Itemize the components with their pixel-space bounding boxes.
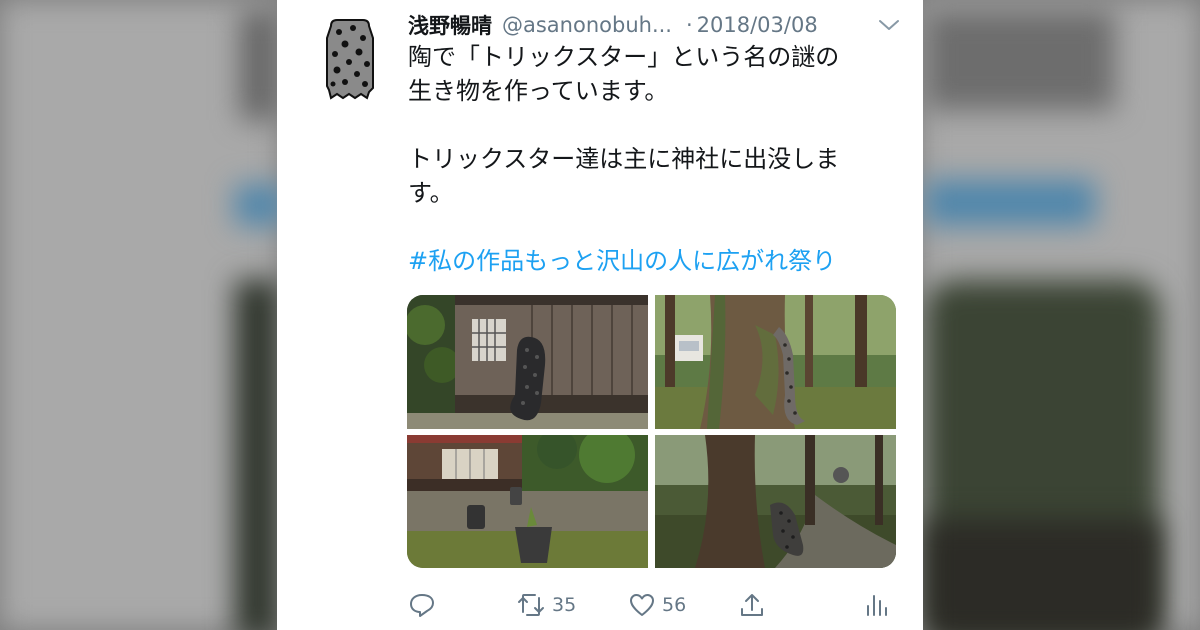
photo-forest-path[interactable] bbox=[655, 435, 896, 568]
tweet-action-bar: 35 56 bbox=[408, 588, 908, 622]
blurred-photo-left bbox=[235, 280, 280, 630]
tweet-header: 浅野暢晴 @asanonobuh... · 2018/03/08 bbox=[408, 8, 908, 42]
avatar[interactable] bbox=[323, 18, 377, 100]
analytics-button[interactable] bbox=[864, 588, 888, 622]
blurred-photo-right-lower bbox=[925, 520, 1160, 630]
tweet-text-line: 生き物を作っています。 bbox=[408, 77, 669, 105]
tweet-text-line: す。 bbox=[408, 179, 454, 207]
tweet-card[interactable]: 浅野暢晴 @asanonobuh... · 2018/03/08 陶で「トリック… bbox=[277, 0, 923, 630]
like-button[interactable]: 56 bbox=[628, 588, 686, 622]
share-button[interactable] bbox=[738, 588, 766, 622]
chevron-down-icon[interactable] bbox=[876, 8, 902, 42]
like-count: 56 bbox=[662, 594, 687, 616]
screenshot-stage: 浅野暢晴 @asanonobuh... · 2018/03/08 陶で「トリック… bbox=[0, 0, 1200, 630]
blurred-hashtag-right bbox=[925, 180, 1095, 225]
photo-grid bbox=[407, 295, 896, 568]
blurred-text-left bbox=[240, 10, 280, 120]
hashtag-link[interactable]: #私の作品もっと沢山の人に広がれ祭り bbox=[408, 244, 888, 278]
spotted-creature-avatar-icon bbox=[326, 19, 374, 100]
retweet-icon bbox=[518, 594, 544, 616]
retweet-count: 35 bbox=[552, 594, 577, 616]
tweet-date[interactable]: 2018/03/08 bbox=[697, 13, 818, 37]
analytics-icon bbox=[867, 595, 887, 616]
reply-button[interactable] bbox=[408, 588, 436, 622]
tweet-text: 陶で「トリックスター」という名の謎の 生き物を作っています。 トリックスター達は… bbox=[408, 40, 888, 278]
photo-shrine-wall[interactable] bbox=[407, 295, 648, 429]
retweet-button[interactable]: 35 bbox=[516, 588, 576, 622]
heart-icon bbox=[630, 594, 654, 616]
photo-shrine-yard[interactable] bbox=[407, 435, 648, 568]
share-icon bbox=[741, 594, 763, 616]
tweet-text-line: トリックスター達は主に神社に出没しま bbox=[408, 145, 840, 173]
blurred-text-right bbox=[925, 10, 1115, 110]
display-name[interactable]: 浅野暢晴 bbox=[408, 10, 492, 40]
tweet-text-line: 陶で「トリックスター」という名の謎の bbox=[408, 43, 840, 71]
user-handle[interactable]: @asanonobuh... bbox=[502, 13, 672, 37]
reply-icon bbox=[410, 594, 434, 617]
photo-tree-trunk[interactable] bbox=[655, 295, 896, 429]
date-separator: · bbox=[685, 13, 693, 37]
